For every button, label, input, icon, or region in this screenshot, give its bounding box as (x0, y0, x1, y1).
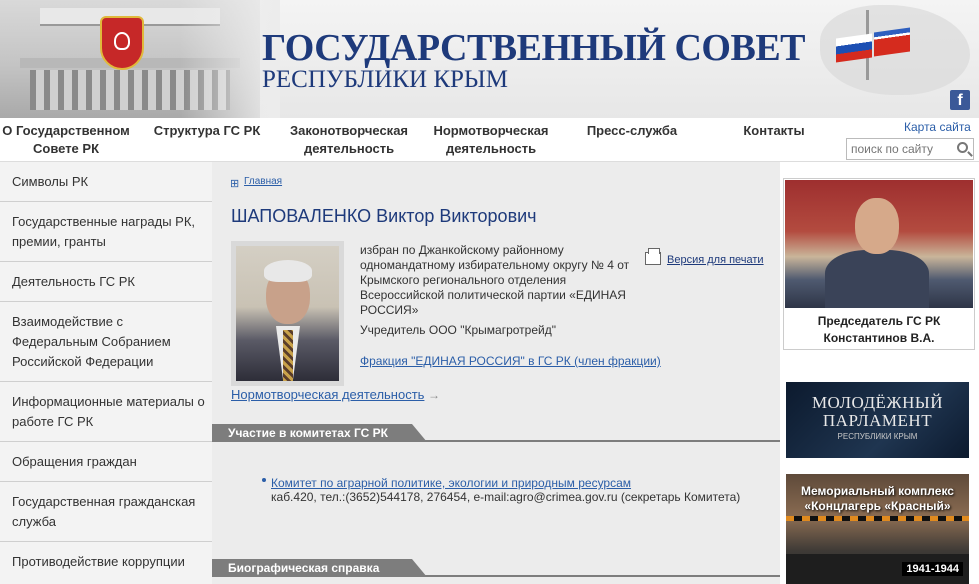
nav-item-structure[interactable]: Структура ГС РК (150, 122, 264, 140)
sidebar-item-awards[interactable]: Государственные награды РК, премии, гран… (0, 202, 212, 262)
nav-item-label: Структура ГС РК (153, 123, 261, 138)
nav-item-press[interactable]: Пресс-служба (580, 122, 684, 140)
nav-item-label: деятельность (445, 141, 537, 156)
sidebar-item-info-materials[interactable]: Информационные материалы о работе ГС РК (0, 382, 212, 442)
sidebar-item-federal-interaction[interactable]: Взаимодействие с Федеральным Собранием Р… (0, 302, 212, 382)
russia-flag-icon (836, 33, 872, 63)
site-title-line2[interactable]: РЕСПУБЛИКИ КРЫМ (262, 66, 508, 94)
sidebar-item-label: Государственная гражданская служба (12, 494, 196, 529)
sidebar-item-label: Деятельность ГС РК (12, 274, 135, 289)
printer-icon[interactable] (645, 248, 661, 265)
sitemap-link[interactable]: Карта сайта (904, 120, 971, 134)
page-title: ШАПОВАЛЕНКО Виктор Викторович (231, 206, 537, 226)
photo-hair (264, 260, 312, 282)
chairman-caption[interactable]: Председатель ГС РК Константинов В.А. (783, 313, 975, 347)
section-divider (212, 440, 780, 442)
site-title-line1[interactable]: ГОСУДАРСТВЕННЫЙ СОВЕТ (262, 26, 806, 70)
chairman-title: Председатель ГС РК (817, 314, 941, 328)
crimea-flag-icon (874, 27, 910, 57)
nav-item-label: Контакты (743, 123, 805, 138)
emblem-griffin-mark (114, 32, 130, 50)
committee-link[interactable]: Комитет по аграрной политике, экологии и… (271, 476, 631, 490)
sidebar-item-activity[interactable]: Деятельность ГС РК (0, 262, 212, 302)
faction-link[interactable]: Фракция "ЕДИНАЯ РОССИЯ" в ГС РК (член фр… (360, 354, 661, 368)
nav-item-about[interactable]: О Государственном Совете РК (0, 122, 132, 158)
nav-item-normmaking[interactable]: Нормотворческая деятельность (426, 122, 556, 158)
nav-item-label: Пресс-служба (586, 123, 678, 138)
site-header: ГОСУДАРСТВЕННЫЙ СОВЕТ РЕСПУБЛИКИ КРЫМ f (0, 0, 979, 118)
banner-years: 1941-1944 (902, 562, 963, 576)
main-nav: О Государственном Совете РК Структура ГС… (0, 118, 979, 162)
chairman-name: Константинов В.А. (823, 331, 935, 345)
committee-contact: каб.420, тел.:(3652)544178, 276454, e-ma… (271, 490, 741, 504)
normmaking-link[interactable]: Нормотворческая деятельность (231, 387, 424, 402)
nav-item-label: Совете РК (32, 141, 100, 156)
sidebar-item-label: Обращения граждан (12, 454, 137, 469)
banner-title: МОЛОДЁЖНЫЙ (811, 393, 944, 412)
memorial-banner[interactable]: Мемориальный комплекс «Концлагерь «Красн… (786, 474, 969, 584)
section-divider (212, 575, 780, 577)
election-info: избран по Джанкойскому районному одноман… (360, 243, 630, 317)
banner-title: Мемориальный комплекс (801, 484, 954, 498)
search-icon[interactable] (957, 142, 968, 153)
photo-tie (283, 330, 293, 381)
st-george-ribbon (786, 516, 969, 521)
sidebar-item-label: Государственные награды РК, премии, гран… (12, 214, 196, 249)
banner-title: «Концлагерь «Красный» (804, 499, 951, 513)
youth-parliament-banner[interactable]: МОЛОДЁЖНЫЙ ПАРЛАМЕНТ РЕСПУБЛИКИ КРЫМ (786, 382, 969, 458)
breadcrumb-home-link[interactable]: Главная (244, 176, 282, 187)
arrow-right-icon: → (428, 388, 440, 402)
deputy-photo (231, 241, 344, 386)
sidebar-item-label: Информационные материалы о работе ГС РК (12, 394, 205, 429)
chairman-body (825, 250, 929, 308)
crimea-emblem-icon[interactable] (100, 16, 144, 70)
sidebar-item-symbols[interactable]: Символы РК (0, 162, 212, 202)
nav-item-label: Нормотворческая (433, 123, 549, 138)
search-box (846, 138, 974, 160)
banner-subtitle: РЕСПУБЛИКИ КРЫМ (837, 432, 918, 441)
sidebar-item-appeals[interactable]: Обращения граждан (0, 442, 212, 482)
sidebar-item-civil-service[interactable]: Государственная гражданская служба (0, 482, 212, 542)
list-bullet (262, 478, 266, 482)
breadcrumb-home-icon: ⊞ (230, 178, 240, 190)
print-version-link[interactable]: Версия для печати (667, 254, 764, 266)
nav-item-label: Законотворческая (289, 123, 409, 138)
sidebar-item-label: Взаимодействие с Федеральным Собранием Р… (12, 314, 171, 369)
founder-info: Учредитель ООО "Крымагротрейд" (360, 323, 556, 337)
sidebar-item-label: Противодействие коррупции (12, 554, 185, 569)
nav-item-lawmaking[interactable]: Законотворческая деятельность (282, 122, 416, 158)
sidebar-item-label: Символы РК (12, 174, 89, 189)
chairman-photo[interactable] (785, 180, 973, 308)
sidebar-item-anticorruption[interactable]: Противодействие коррупции (0, 542, 212, 584)
nav-item-contacts[interactable]: Контакты (736, 122, 812, 140)
search-input[interactable] (847, 139, 951, 159)
facebook-icon[interactable]: f (950, 90, 970, 110)
chairman-face (855, 198, 899, 254)
nav-item-label: деятельность (303, 141, 395, 156)
deputy-photo-image (236, 246, 339, 381)
nav-item-label: О Государственном (2, 123, 130, 138)
banner-title: ПАРЛАМЕНТ (822, 411, 933, 430)
